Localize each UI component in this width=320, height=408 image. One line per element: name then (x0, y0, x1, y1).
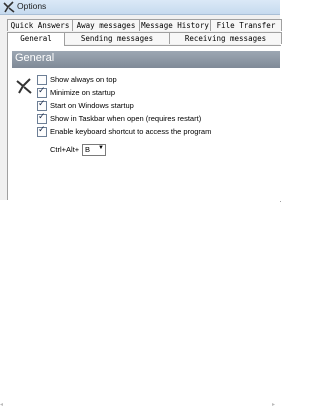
option-minimize-startup[interactable]: Minimize on startup (37, 86, 116, 98)
option-show-taskbar[interactable]: Show in Taskbar when open (requires rest… (37, 112, 202, 124)
label-show-taskbar: Show in Taskbar when open (requires rest… (50, 114, 202, 123)
option-keyboard-shortcut[interactable]: Enable keyboard shortcut to access the p… (37, 125, 212, 137)
section-header: General (12, 51, 280, 68)
chevron-down-icon: ▼ (98, 145, 104, 151)
window-title: Options (17, 1, 47, 11)
shortcut-key-select[interactable]: B ▼ (82, 144, 106, 156)
checkbox-show-taskbar[interactable] (37, 112, 47, 124)
option-windows-startup[interactable]: Start on Windows startup (37, 99, 134, 111)
section-title: General (15, 52, 55, 64)
tab-receiving-messages[interactable]: Receiving messages (169, 32, 282, 44)
tab-general[interactable]: General (7, 32, 65, 46)
label-minimize-startup: Minimize on startup (50, 88, 116, 97)
app-logo-icon (3, 1, 15, 13)
label-always-on-top: Show always on top (50, 75, 117, 84)
tab-message-history[interactable]: Message History (139, 19, 211, 31)
checkbox-always-on-top[interactable] (37, 74, 47, 85)
app-large-icon (16, 78, 32, 94)
label-windows-startup: Start on Windows startup (50, 101, 134, 110)
general-panel: General Show always on top Minimize on s… (7, 45, 281, 202)
checkbox-minimize-startup[interactable] (37, 86, 47, 98)
label-keyboard-shortcut: Enable keyboard shortcut to access the p… (50, 127, 212, 136)
options-window: Options Quick Answers Away messages Mess… (0, 0, 282, 202)
shortcut-label: Ctrl+Alt+ (50, 145, 80, 154)
shortcut-key-value: B (85, 145, 91, 154)
checkbox-keyboard-shortcut[interactable] (37, 125, 47, 137)
tab-sending-messages[interactable]: Sending messages (64, 32, 170, 44)
checkbox-windows-startup[interactable] (37, 99, 47, 111)
tab-away-messages[interactable]: Away messages (72, 19, 140, 31)
scroll-left-icon[interactable]: ◂ (0, 401, 3, 408)
option-always-on-top[interactable]: Show always on top (37, 74, 117, 85)
window-bottom-edge: ◂ ▸ (0, 200, 280, 408)
tab-quick-answers[interactable]: Quick Answers (7, 19, 73, 31)
title-bar: Options (0, 0, 280, 15)
tab-file-transfer[interactable]: File Transfer (210, 19, 282, 31)
scroll-right-icon[interactable]: ▸ (272, 401, 275, 408)
